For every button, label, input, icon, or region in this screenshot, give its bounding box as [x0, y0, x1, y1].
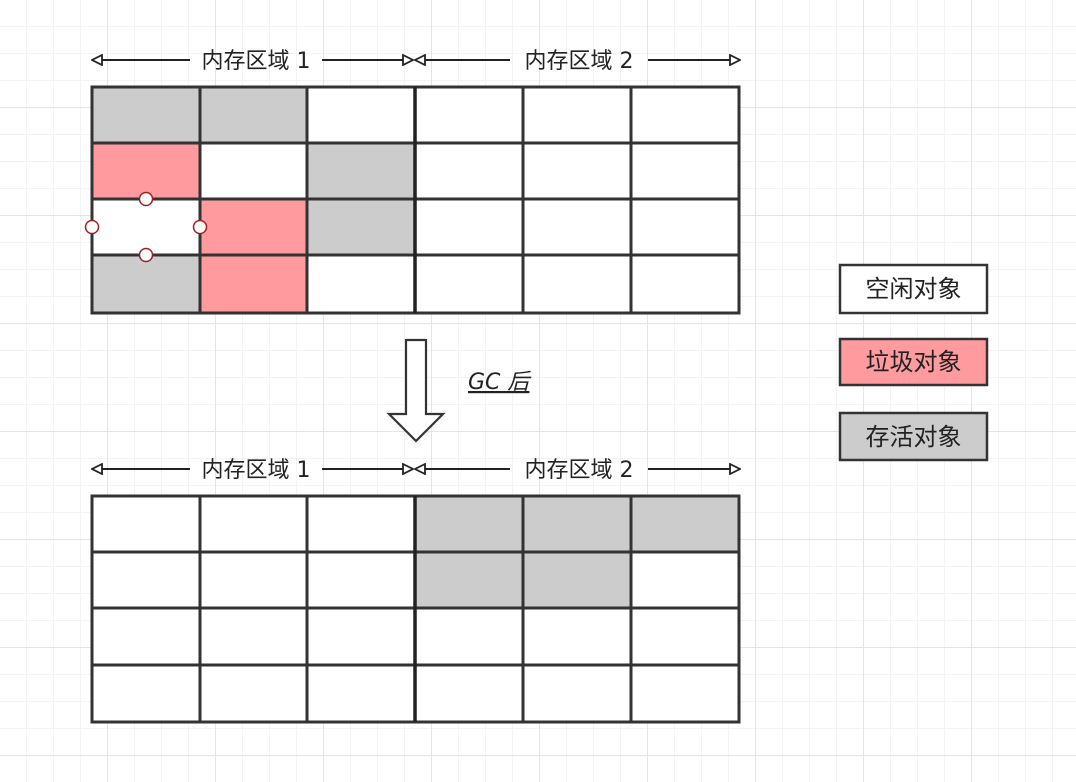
after-cell-r2-c4-alive	[413, 550, 525, 610]
after-cell-r2-c5-alive	[521, 550, 633, 610]
before-region-2-label: 内存区域 2	[525, 49, 634, 74]
after-cell-r1-c5-alive	[521, 494, 633, 554]
after-cell-r2-c3-free	[305, 550, 417, 610]
gc-transition: GC 后	[386, 338, 532, 443]
after-cell-r4-c3-free	[305, 663, 417, 724]
after-region-1-label: 内存区域 1	[202, 458, 311, 483]
before-cell-r2-c6-free	[629, 141, 741, 201]
after-section: 内存区域 1 内存区域 2	[90, 458, 741, 724]
before-cell-r2-c2-free	[198, 141, 309, 201]
before-cell-r4-c5-free	[521, 253, 633, 315]
before-cell-r2-c4-free	[413, 141, 525, 201]
before-cell-r2-c5-free	[521, 141, 633, 201]
after-cell-r1-c2-free	[198, 494, 309, 554]
before-region-1-span: 内存区域 1	[92, 49, 413, 74]
before-cell-r3-c1-free	[90, 197, 202, 257]
legend-item-garbage: 垃圾对象	[838, 337, 989, 387]
after-cell-r4-c2-free	[198, 663, 309, 724]
before-cell-r1-c3-free	[305, 85, 417, 145]
before-cell-r3-c4-free	[413, 197, 525, 257]
after-memory-grid	[90, 494, 741, 724]
before-cell-r4-c6-free	[629, 253, 741, 315]
before-cell-r4-c2-garbage	[198, 253, 309, 315]
before-section: 内存区域 1 内存区域 2	[84, 49, 741, 315]
before-cell-r2-c3-alive	[305, 141, 417, 201]
selection-handle-right[interactable]	[192, 219, 208, 235]
before-cell-r4-c3-free	[305, 253, 417, 315]
after-region-2-span: 内存区域 2	[415, 458, 740, 483]
after-cell-r3-c6-free	[629, 606, 741, 667]
after-cell-r3-c2-free	[198, 606, 309, 667]
after-region-2-label: 内存区域 2	[525, 458, 634, 483]
after-cell-r4-c5-free	[521, 663, 633, 724]
after-cell-r4-c6-free	[629, 663, 741, 724]
after-cell-r4-c4-free	[413, 663, 525, 724]
before-region-2-span: 内存区域 2	[415, 49, 740, 74]
selection-handle-top[interactable]	[138, 191, 154, 207]
before-cell-r4-c1-alive	[90, 253, 202, 315]
before-memory-grid	[90, 85, 741, 315]
gc-after-label: GC 后	[468, 370, 532, 395]
before-cell-r1-c2-alive	[198, 85, 309, 145]
legend-item-alive: 存活对象	[838, 411, 989, 462]
after-cell-r1-c6-alive	[629, 494, 741, 554]
down-arrow-icon	[386, 338, 446, 443]
legend-label-free: 空闲对象	[866, 275, 962, 303]
before-region-1-label: 内存区域 1	[202, 49, 311, 74]
after-cell-r1-c4-alive	[413, 494, 525, 554]
after-cell-r1-c3-free	[305, 494, 417, 554]
legend: 空闲对象 垃圾对象 存活对象	[838, 263, 989, 462]
before-cell-r3-c2-garbage	[198, 197, 309, 257]
memory-gc-diagram: 内存区域 1 内存区域 2 GC 后 内存区域 1 内存区域 2 空闲对象 垃圾…	[84, 49, 989, 724]
before-cell-r3-c5-free	[521, 197, 633, 257]
before-cell-r1-c6-free	[629, 85, 741, 145]
after-cell-r4-c1-free	[90, 663, 202, 724]
after-cell-r3-c5-free	[521, 606, 633, 667]
before-cell-r3-c3-alive	[305, 197, 417, 257]
selection-handle-bottom[interactable]	[138, 247, 154, 263]
after-cell-r2-c6-free	[629, 550, 741, 610]
before-cell-r2-c1-garbage	[90, 141, 202, 201]
legend-item-free: 空闲对象	[838, 263, 989, 315]
after-cell-r3-c4-free	[413, 606, 525, 667]
after-cell-r3-c1-free	[90, 606, 202, 667]
before-cell-r1-c5-free	[521, 85, 633, 145]
legend-label-garbage: 垃圾对象	[866, 348, 962, 376]
legend-label-alive: 存活对象	[866, 423, 962, 451]
after-cell-r1-c1-free	[90, 494, 202, 554]
before-cell-r3-c6-free	[629, 197, 741, 257]
after-region-1-span: 内存区域 1	[92, 458, 413, 483]
before-cell-r1-c4-free	[413, 85, 525, 145]
before-cell-r1-c1-alive	[90, 85, 202, 145]
after-cell-r3-c3-free	[305, 606, 417, 667]
after-cell-r2-c1-free	[90, 550, 202, 610]
selection-handle-left[interactable]	[84, 219, 100, 235]
after-cell-r2-c2-free	[198, 550, 309, 610]
before-cell-r4-c4-free	[413, 253, 525, 315]
